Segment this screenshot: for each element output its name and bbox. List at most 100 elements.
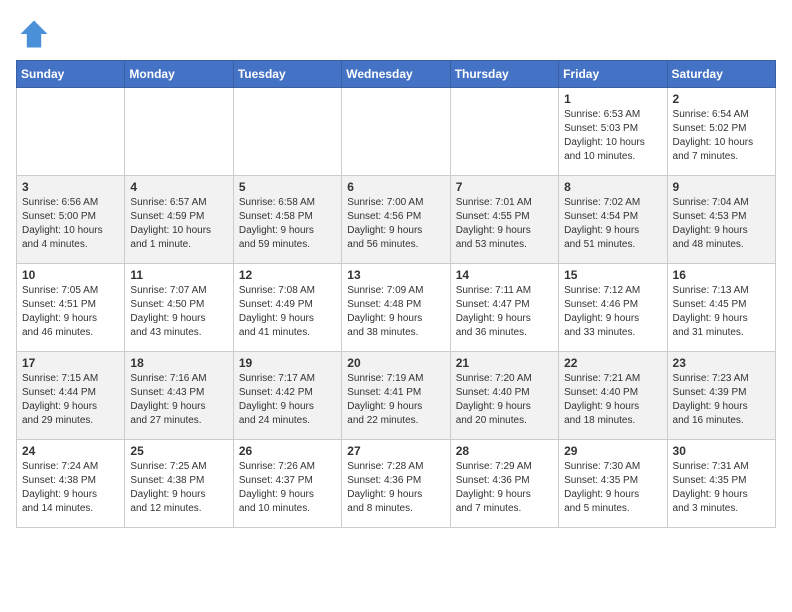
day-number: 11 [130,268,227,282]
day-number: 8 [564,180,661,194]
day-info: Sunrise: 7:25 AM Sunset: 4:38 PM Dayligh… [130,460,227,516]
calendar-cell: 20 Sunrise: 7:19 AM Sunset: 4:41 PM Dayli… [342,352,450,440]
day-number: 18 [130,356,227,370]
calendar-week-row: 17 Sunrise: 7:15 AM Sunset: 4:44 PM Dayli… [17,352,776,440]
calendar-week-row: 1 Sunrise: 6:53 AM Sunset: 5:03 PM Daylig… [17,88,776,176]
day-info: Sunrise: 6:58 AM Sunset: 4:58 PM Dayligh… [239,196,336,252]
calendar-cell [342,88,450,176]
calendar-cell: 6 Sunrise: 7:00 AM Sunset: 4:56 PM Daylig… [342,176,450,264]
day-info: Sunrise: 7:26 AM Sunset: 4:37 PM Dayligh… [239,460,336,516]
calendar-cell: 2 Sunrise: 6:54 AM Sunset: 5:02 PM Daylig… [667,88,775,176]
calendar-cell: 19Sunrise: 7:17 AM Sunset: 4:42 PM Dayli… [233,352,341,440]
day-number: 17 [22,356,119,370]
day-number: 6 [347,180,444,194]
day-number: 3 [22,180,119,194]
day-number: 13 [347,268,444,282]
calendar-cell: 22Sunrise: 7:21 AM Sunset: 4:40 PM Dayli… [559,352,667,440]
day-info: Sunrise: 6:53 AM Sunset: 5:03 PM Dayligh… [564,108,661,164]
calendar-header-row: SundayMondayTuesdayWednesdayThursdayFrid… [17,61,776,88]
day-info: Sunrise: 7:24 AM Sunset: 4:38 PM Dayligh… [22,460,119,516]
calendar-header-tuesday: Tuesday [233,61,341,88]
calendar-cell: 16Sunrise: 7:13 AM Sunset: 4:45 PM Dayli… [667,264,775,352]
day-number: 27 [347,444,444,458]
calendar-cell: 28 Sunrise: 7:29 AM Sunset: 4:36 PM Dayli… [450,440,558,528]
day-number: 16 [673,268,770,282]
day-number: 4 [130,180,227,194]
calendar-cell: 26 Sunrise: 7:26 AM Sunset: 4:37 PM Dayli… [233,440,341,528]
calendar-cell: 21 Sunrise: 7:20 AM Sunset: 4:40 PM Dayli… [450,352,558,440]
calendar-cell: 13 Sunrise: 7:09 AM Sunset: 4:48 PM Dayli… [342,264,450,352]
calendar-cell: 17 Sunrise: 7:15 AM Sunset: 4:44 PM Dayli… [17,352,125,440]
day-info: Sunrise: 6:57 AM Sunset: 4:59 PM Dayligh… [130,196,227,252]
day-number: 29 [564,444,661,458]
calendar-cell: 18 Sunrise: 7:16 AM Sunset: 4:43 PM Dayli… [125,352,233,440]
day-number: 30 [673,444,770,458]
day-number: 12 [239,268,336,282]
day-info: Sunrise: 7:02 AM Sunset: 4:54 PM Dayligh… [564,196,661,252]
calendar-cell: 1 Sunrise: 6:53 AM Sunset: 5:03 PM Daylig… [559,88,667,176]
calendar-cell: 11Sunrise: 7:07 AM Sunset: 4:50 PM Dayli… [125,264,233,352]
calendar-header-thursday: Thursday [450,61,558,88]
logo [16,16,56,52]
day-info: Sunrise: 7:01 AM Sunset: 4:55 PM Dayligh… [456,196,553,252]
day-info: Sunrise: 7:12 AM Sunset: 4:46 PM Dayligh… [564,284,661,340]
calendar-cell: 30 Sunrise: 7:31 AM Sunset: 4:35 PM Dayli… [667,440,775,528]
day-number: 10 [22,268,119,282]
calendar-cell: 25Sunrise: 7:25 AM Sunset: 4:38 PM Dayli… [125,440,233,528]
calendar-cell: 4 Sunrise: 6:57 AM Sunset: 4:59 PM Daylig… [125,176,233,264]
calendar-cell: 27 Sunrise: 7:28 AM Sunset: 4:36 PM Dayli… [342,440,450,528]
day-info: Sunrise: 7:28 AM Sunset: 4:36 PM Dayligh… [347,460,444,516]
day-number: 20 [347,356,444,370]
calendar-header-saturday: Saturday [667,61,775,88]
day-info: Sunrise: 7:08 AM Sunset: 4:49 PM Dayligh… [239,284,336,340]
calendar-cell: 3 Sunrise: 6:56 AM Sunset: 5:00 PM Daylig… [17,176,125,264]
day-info: Sunrise: 7:15 AM Sunset: 4:44 PM Dayligh… [22,372,119,428]
day-info: Sunrise: 7:05 AM Sunset: 4:51 PM Dayligh… [22,284,119,340]
day-info: Sunrise: 7:19 AM Sunset: 4:41 PM Dayligh… [347,372,444,428]
day-info: Sunrise: 7:30 AM Sunset: 4:35 PM Dayligh… [564,460,661,516]
day-number: 23 [673,356,770,370]
calendar-cell: 29 Sunrise: 7:30 AM Sunset: 4:35 PM Dayli… [559,440,667,528]
logo-icon [16,16,52,52]
day-number: 2 [673,92,770,106]
day-number: 26 [239,444,336,458]
calendar-cell: 9 Sunrise: 7:04 AM Sunset: 4:53 PM Daylig… [667,176,775,264]
page-header [16,16,776,52]
calendar-cell: 12 Sunrise: 7:08 AM Sunset: 4:49 PM Dayli… [233,264,341,352]
day-info: Sunrise: 7:20 AM Sunset: 4:40 PM Dayligh… [456,372,553,428]
calendar-cell [450,88,558,176]
day-info: Sunrise: 7:21 AM Sunset: 4:40 PM Dayligh… [564,372,661,428]
day-info: Sunrise: 7:23 AM Sunset: 4:39 PM Dayligh… [673,372,770,428]
day-number: 15 [564,268,661,282]
calendar-week-row: 24 Sunrise: 7:24 AM Sunset: 4:38 PM Dayli… [17,440,776,528]
day-info: Sunrise: 7:31 AM Sunset: 4:35 PM Dayligh… [673,460,770,516]
day-info: Sunrise: 7:16 AM Sunset: 4:43 PM Dayligh… [130,372,227,428]
calendar-cell: 24 Sunrise: 7:24 AM Sunset: 4:38 PM Dayli… [17,440,125,528]
calendar-header-friday: Friday [559,61,667,88]
day-info: Sunrise: 7:00 AM Sunset: 4:56 PM Dayligh… [347,196,444,252]
day-info: Sunrise: 6:56 AM Sunset: 5:00 PM Dayligh… [22,196,119,252]
day-info: Sunrise: 7:04 AM Sunset: 4:53 PM Dayligh… [673,196,770,252]
day-info: Sunrise: 7:29 AM Sunset: 4:36 PM Dayligh… [456,460,553,516]
calendar-week-row: 3 Sunrise: 6:56 AM Sunset: 5:00 PM Daylig… [17,176,776,264]
calendar-cell [233,88,341,176]
day-number: 24 [22,444,119,458]
day-info: Sunrise: 6:54 AM Sunset: 5:02 PM Dayligh… [673,108,770,164]
calendar-table: SundayMondayTuesdayWednesdayThursdayFrid… [16,60,776,528]
day-number: 9 [673,180,770,194]
calendar-cell: 23 Sunrise: 7:23 AM Sunset: 4:39 PM Dayli… [667,352,775,440]
day-info: Sunrise: 7:09 AM Sunset: 4:48 PM Dayligh… [347,284,444,340]
calendar-cell: 8 Sunrise: 7:02 AM Sunset: 4:54 PM Daylig… [559,176,667,264]
day-number: 21 [456,356,553,370]
day-number: 14 [456,268,553,282]
calendar-cell: 7 Sunrise: 7:01 AM Sunset: 4:55 PM Daylig… [450,176,558,264]
calendar-cell: 14Sunrise: 7:11 AM Sunset: 4:47 PM Dayli… [450,264,558,352]
day-number: 7 [456,180,553,194]
calendar-header-sunday: Sunday [17,61,125,88]
day-number: 5 [239,180,336,194]
calendar-cell: 5 Sunrise: 6:58 AM Sunset: 4:58 PM Daylig… [233,176,341,264]
day-number: 1 [564,92,661,106]
calendar-cell: 10 Sunrise: 7:05 AM Sunset: 4:51 PM Dayli… [17,264,125,352]
day-number: 28 [456,444,553,458]
calendar-cell [125,88,233,176]
